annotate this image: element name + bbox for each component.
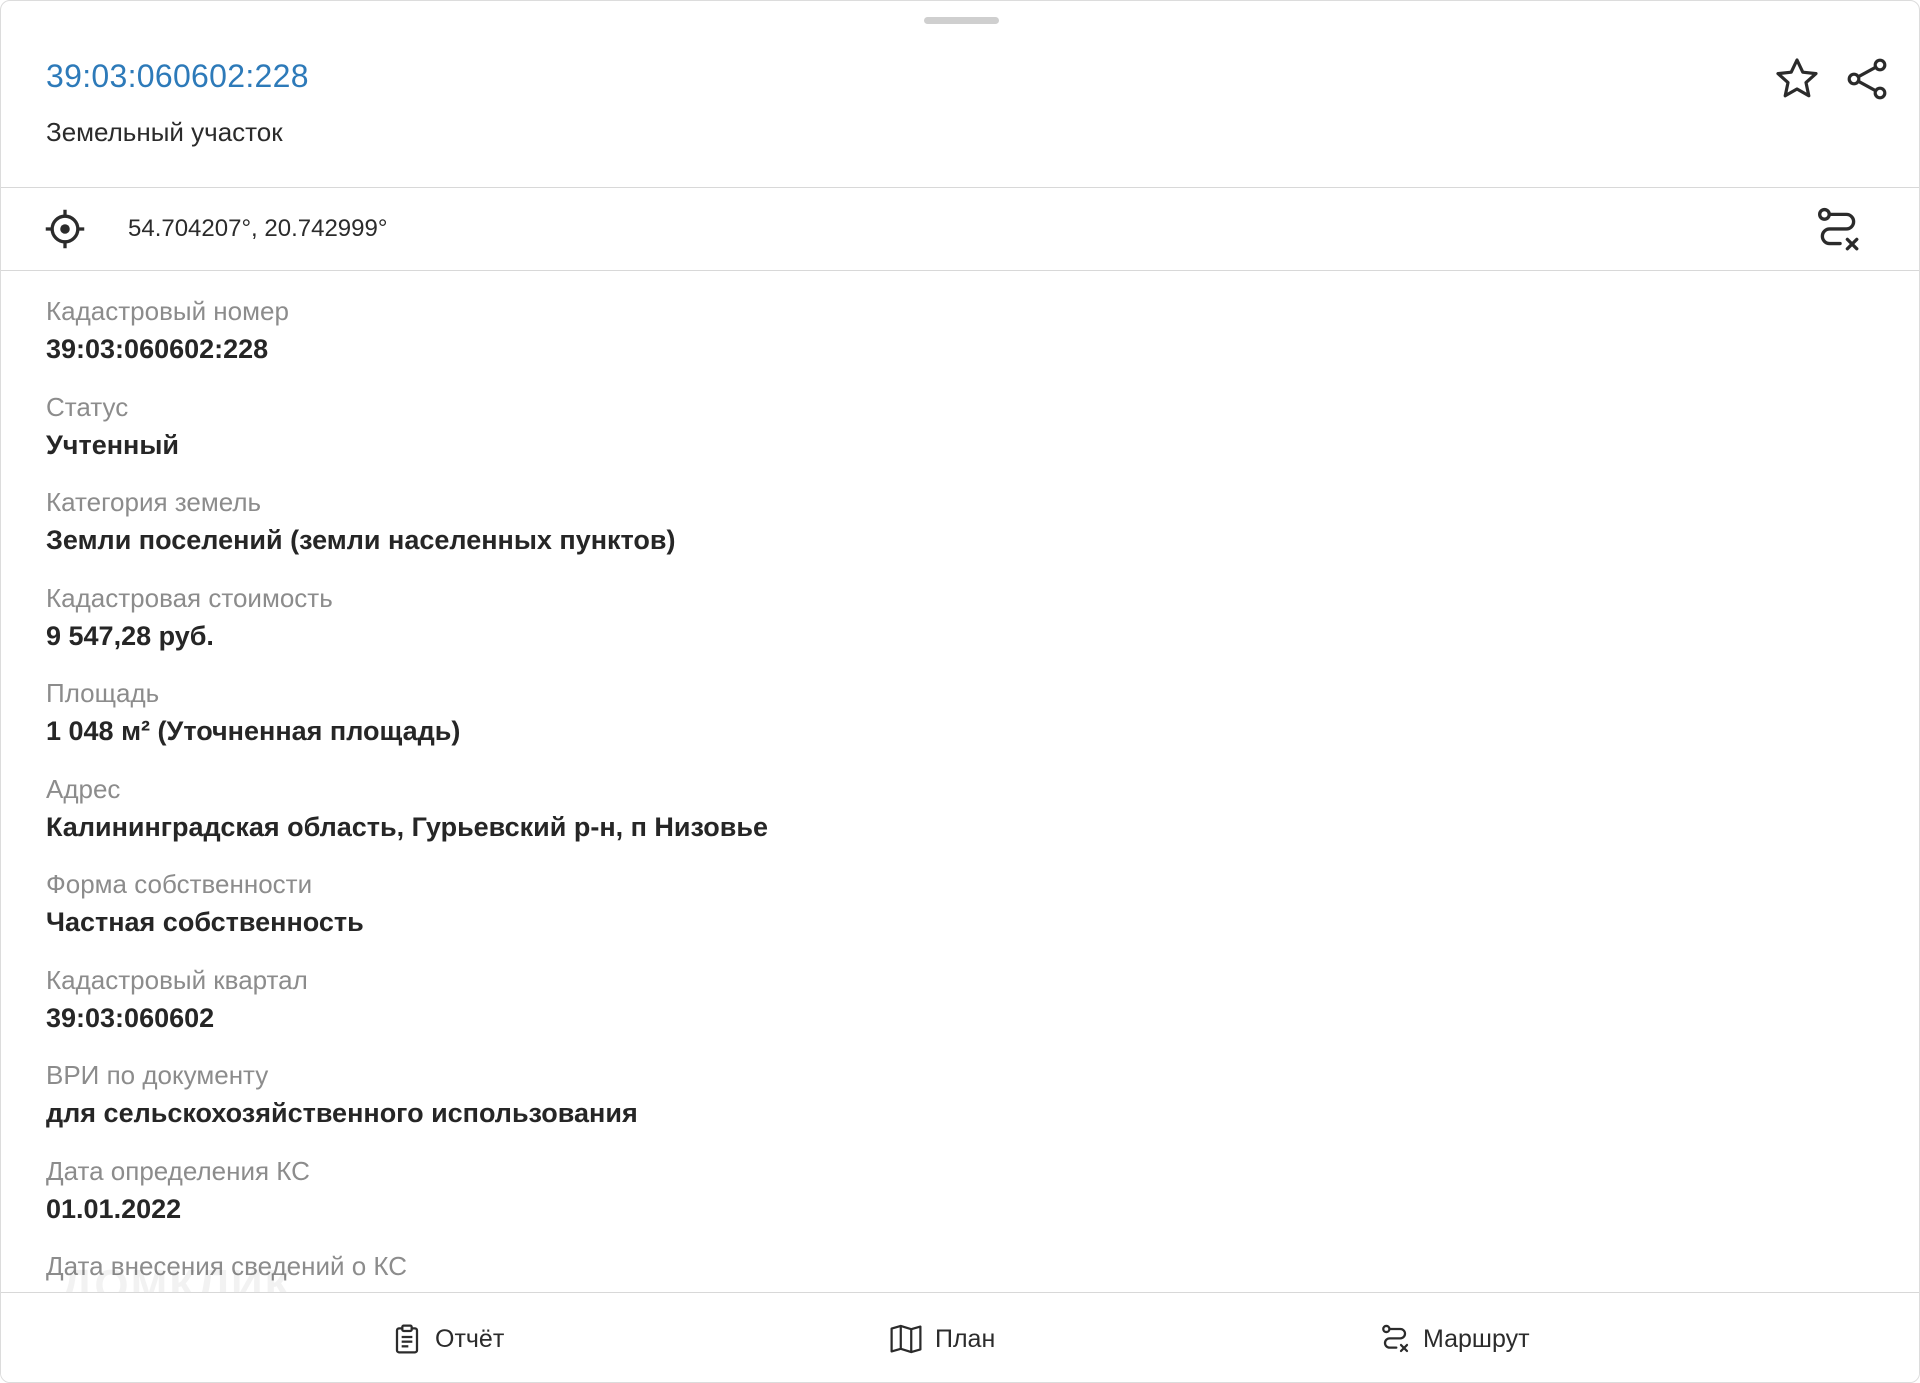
map-icon: [890, 1324, 922, 1354]
share-icon: [1847, 58, 1887, 100]
route-label: Маршрут: [1423, 1324, 1530, 1353]
field-label: Площадь: [46, 678, 160, 708]
field-value: для сельскохозяйственного использования: [46, 1098, 638, 1128]
field-address: Адрес Калининградская область, Гурьевски…: [46, 771, 1846, 867]
bottom-action-bar: Отчёт План Маршрут: [1, 1292, 1919, 1382]
cadastral-card: 39:03:060602:228 Земельный участок 54.70…: [0, 0, 1920, 1383]
star-icon: [1776, 58, 1818, 98]
field-label: Статус: [46, 391, 129, 422]
coordinates-text: 54.704207°, 20.742999°: [128, 215, 388, 242]
clipboard-icon: [395, 1324, 419, 1354]
field-land-category: Категория земель Земли поселений (земли …: [46, 484, 1846, 580]
plan-button[interactable]: План: [889, 1323, 995, 1355]
field-value: Земли поселений (земли населенных пункто…: [46, 525, 676, 555]
plan-label: План: [935, 1324, 996, 1353]
cadastral-number-title[interactable]: 39:03:060602:228: [46, 58, 309, 95]
details-list: Кадастровый номер 39:03:060602:228 Стату…: [46, 293, 1846, 1344]
field-label: Дата определения КС: [46, 1155, 310, 1186]
field-value: 1 048 м² (Уточненная площадь): [46, 716, 461, 746]
field-area: Площадь 1 048 м² (Уточненная площадь): [46, 675, 1846, 771]
field-ownership-form: Форма собственности Частная собственност…: [46, 866, 1846, 962]
field-value: 01.01.2022: [46, 1193, 182, 1224]
card-header: 39:03:060602:228 Земельный участок: [1, 1, 1919, 188]
field-valuation-date: Дата определения КС 01.01.2022: [46, 1153, 1846, 1249]
field-label: ВРИ по документу: [46, 1060, 269, 1090]
target-icon: [45, 209, 85, 249]
field-label: Дата внесения сведений о КС: [46, 1251, 408, 1281]
field-cadastral-quarter: Кадастровый квартал 39:03:060602: [46, 962, 1846, 1058]
field-label: Категория земель: [46, 487, 262, 517]
favorite-button[interactable]: [1769, 51, 1825, 107]
report-label: Отчёт: [435, 1324, 505, 1353]
field-value: 9 547,28 руб.: [46, 620, 214, 651]
field-value: Калининградская область, Гурьевский р-н,…: [46, 811, 768, 842]
route-button[interactable]: Маршрут: [1379, 1323, 1530, 1355]
field-label: Адрес: [46, 773, 121, 804]
field-permitted-use: ВРИ по документу для сельскохозяйственно…: [46, 1057, 1846, 1153]
field-cadastral-number: Кадастровый номер 39:03:060602:228: [46, 293, 1846, 389]
object-type: Земельный участок: [46, 117, 283, 147]
field-value[interactable]: 39:03:060602: [46, 998, 1846, 1038]
route-icon: [1382, 1324, 1409, 1353]
coordinates-row[interactable]: 54.704207°, 20.742999°: [1, 188, 1919, 271]
field-label: Форма собственности: [46, 869, 313, 899]
field-label: Кадастровый номер: [46, 296, 289, 326]
report-button[interactable]: Отчёт: [391, 1323, 504, 1355]
field-value: Частная собственность: [46, 907, 364, 937]
field-label: Кадастровая стоимость: [46, 582, 333, 613]
share-button[interactable]: [1839, 51, 1895, 107]
field-value: Учтенный: [46, 429, 179, 460]
route-icon[interactable]: [1813, 205, 1863, 255]
field-label: Кадастровый квартал: [46, 964, 308, 995]
field-cadastral-value: Кадастровая стоимость 9 547,28 руб.: [46, 580, 1846, 676]
field-value: 39:03:060602:228: [46, 334, 269, 364]
field-status: Статус Учтенный: [46, 389, 1846, 485]
